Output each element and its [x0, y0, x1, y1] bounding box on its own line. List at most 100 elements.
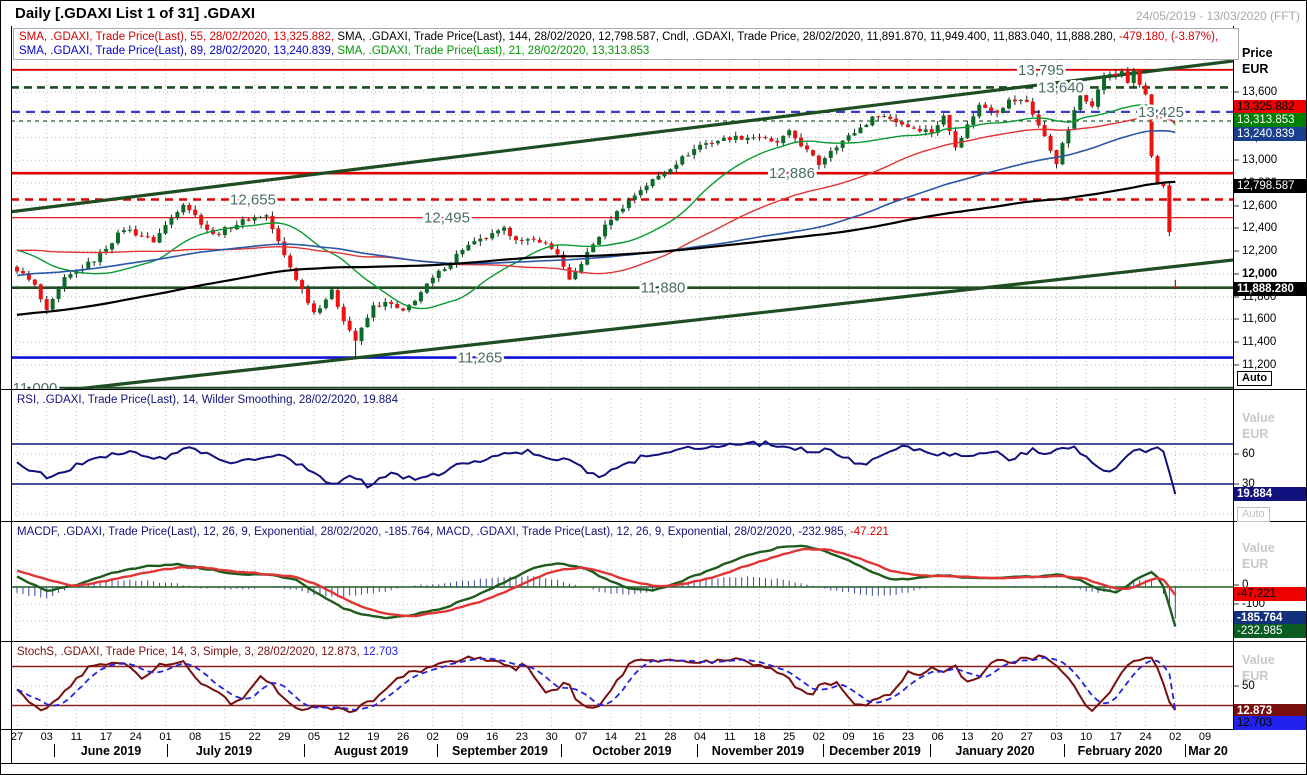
- date-tick-label: 16: [872, 731, 885, 743]
- date-tick-label: 24: [129, 731, 142, 743]
- date-tick-label: 11: [70, 731, 83, 743]
- level-label-12,886: 12,886: [769, 165, 815, 182]
- date-tick-label: 21: [634, 731, 647, 743]
- date-tick-label: 29: [278, 731, 291, 743]
- legend-segment: SMA, .GDAXI, Trade Price(Last), 144, 28/…: [337, 31, 1120, 43]
- sma-144-line: [16, 180, 1176, 316]
- date-tick-label: 23: [901, 731, 915, 743]
- sma-89-line: [16, 129, 1176, 277]
- date-tick-label: 04: [693, 731, 707, 743]
- rsi-line: [16, 440, 1177, 495]
- rsi-panel: [11, 440, 1233, 495]
- month-label: February 2020: [1077, 744, 1163, 758]
- month-separator: [561, 744, 562, 757]
- stochastic-panel: [11, 654, 1233, 714]
- legend-segment: -47.221: [849, 526, 889, 538]
- rsi-auto-scale-button[interactable]: Auto: [1237, 507, 1270, 522]
- price-axis-tick-label: 12,600: [1242, 200, 1278, 212]
- rsi-axis-tick-label: 60: [1242, 448, 1255, 460]
- legend-segment: SMA, .GDAXI, Trade Price(Last), 21, 28/0…: [337, 45, 650, 57]
- macd-axis-title: Value: [1242, 541, 1275, 555]
- date-tick-label: 03: [40, 731, 53, 743]
- date-tick-label: 16: [486, 731, 499, 743]
- macd-value-box: -47.221: [1234, 587, 1306, 601]
- level-label-13,640: 13,640: [1038, 79, 1084, 96]
- macd-axis-unit: EUR: [1242, 557, 1269, 571]
- candles-layer: [15, 67, 1178, 358]
- month-separator: [1064, 744, 1065, 757]
- date-tick-label: 05: [307, 731, 321, 743]
- date-tick-label: 27: [10, 731, 24, 743]
- date-tick-label: 30: [545, 731, 558, 743]
- date-tick-label: 23: [515, 731, 529, 743]
- date-tick-label: 17: [1109, 731, 1123, 743]
- date-tick-label: 01: [159, 731, 172, 743]
- stoch-legend[interactable]: StochS, .GDAXI, Trade Price, 14, 3, Simp…: [17, 645, 398, 659]
- level-label-12,495: 12,495: [424, 210, 470, 227]
- date-tick-label: 06: [931, 731, 944, 743]
- stoch-axis-title: Value: [1242, 653, 1275, 667]
- month-separator: [54, 744, 55, 757]
- price-axis[interactable]: PriceEUR13,60013,40013,20013,00012,80012…: [1234, 1, 1306, 774]
- date-tick-label: 24: [1139, 731, 1152, 743]
- month-separator: [823, 744, 824, 757]
- month-label: Mar 20: [1188, 744, 1228, 758]
- stoch-axis-tick-label: 50: [1242, 680, 1255, 692]
- price-value-box: 13,325.882: [1234, 100, 1306, 114]
- date-tick-label: 07: [575, 731, 588, 743]
- price-axis-tick-label: 12,400: [1242, 222, 1278, 234]
- date-tick-label: 22: [248, 731, 261, 743]
- level-label-12,655: 12,655: [230, 191, 276, 208]
- legend-segment: SMA, .GDAXI, Trade Price(Last), 89, 28/0…: [19, 45, 338, 57]
- month-label: November 2019: [711, 744, 805, 758]
- price-axis-tick-label: 12,200: [1242, 245, 1278, 257]
- price-axis-tick-label: 13,600: [1242, 86, 1278, 98]
- date-range-label: 24/05/2019 - 13/03/2020 (FFT): [1135, 9, 1300, 23]
- date-tick-label: 13: [961, 731, 974, 743]
- macd-legend[interactable]: MACDF, .GDAXI, Trade Price(Last), 12, 26…: [17, 525, 889, 539]
- rsi-axis-title: Value: [1242, 411, 1275, 425]
- price-auto-scale-button[interactable]: Auto: [1237, 371, 1273, 386]
- level-label-13,795: 13,795: [1018, 62, 1064, 79]
- date-tick-label: 27: [1020, 731, 1033, 743]
- price-axis-tick-label: 12,000: [1242, 268, 1278, 280]
- rsi-legend[interactable]: RSI, .GDAXI, Trade Price(Last), 14, Wild…: [17, 393, 398, 407]
- legend-segment: MACDF, .GDAXI, Trade Price(Last), 12, 26…: [17, 526, 850, 538]
- date-tick-label: 03: [1050, 731, 1063, 743]
- legend-segment: RSI, .GDAXI, Trade Price(Last), 14, Wild…: [17, 394, 398, 406]
- date-tick-label: 28: [664, 731, 677, 743]
- level-label-13,425: 13,425: [1138, 104, 1184, 121]
- legend-segment: 12.703: [362, 646, 399, 658]
- month-label: August 2019: [333, 744, 409, 758]
- macd-histogram: [16, 575, 1176, 619]
- month-label: September 2019: [452, 744, 548, 758]
- stoch-k-line: [16, 654, 1177, 714]
- price-value-box: 13,240.839: [1234, 127, 1306, 141]
- main-legend[interactable]: SMA, .GDAXI, Trade Price(Last), 55, 28/0…: [13, 28, 1239, 60]
- date-tick-label: 09: [456, 731, 469, 743]
- date-tick-label: 02: [812, 731, 826, 743]
- macd-panel: [11, 544, 1233, 627]
- rsi-value-box: 19.884: [1234, 487, 1306, 501]
- price-panel: 13,79513,640 13,425 12,886 12,655 12,495 11,8…: [11, 59, 1233, 389]
- time-axis[interactable]: 27 03 11 17 24 01 08 15 22 29 05 12 19 26 02 09 16 23 30 07…: [1, 729, 1306, 763]
- date-tick-label: 09: [842, 731, 855, 743]
- stoch-d-line: [16, 656, 1177, 711]
- month-label: December 2019: [829, 744, 921, 758]
- price-value-box: 12,798.587: [1234, 179, 1306, 193]
- month-label: October 2019: [592, 744, 672, 758]
- main-legend-line1: SMA, .GDAXI, Trade Price(Last), 55, 28/0…: [19, 30, 1233, 44]
- date-tick-label: 15: [218, 731, 232, 743]
- month-label: January 2020: [955, 744, 1035, 758]
- date-tick-label: 20: [990, 731, 1004, 743]
- date-tick-label: 10: [1080, 731, 1093, 743]
- main-legend-line2: SMA, .GDAXI, Trade Price(Last), 89, 28/0…: [19, 44, 1233, 58]
- price-axis-tick-label: 13,000: [1242, 154, 1278, 166]
- date-tick-label: 25: [783, 731, 796, 743]
- date-tick-label: 12: [337, 731, 350, 743]
- macd-value-box: -185.764: [1234, 611, 1306, 625]
- price-axis-tick-label: 11,600: [1242, 313, 1277, 325]
- legend-segment: -479.180, (-3.87%),: [1119, 31, 1219, 43]
- month-separator: [697, 744, 698, 757]
- month-separator: [930, 744, 931, 757]
